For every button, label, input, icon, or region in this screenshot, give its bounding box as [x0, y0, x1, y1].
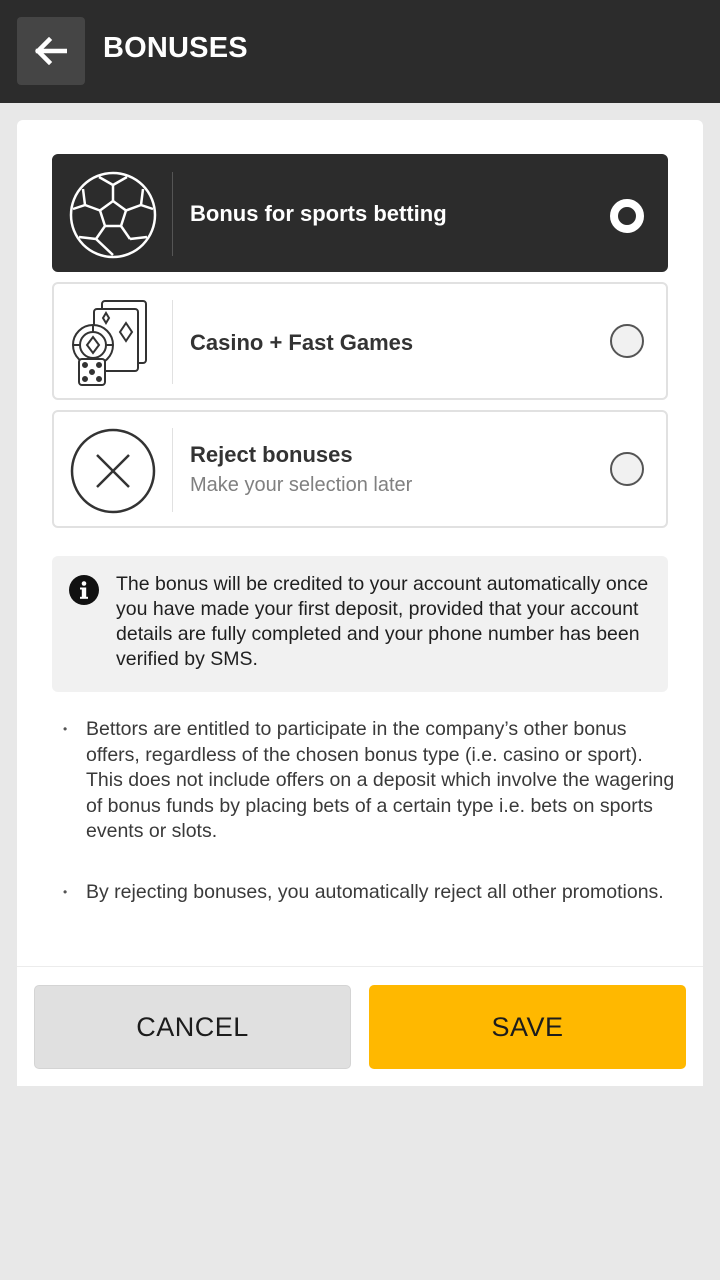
note-item: Bettors are entitled to participate in t… — [63, 717, 676, 845]
option-label: Bonus for sports betting — [190, 201, 447, 226]
save-button[interactable]: SAVE — [369, 985, 686, 1069]
info-text: The bonus will be credited to your accou… — [116, 573, 649, 670]
option-divider — [172, 428, 173, 512]
reject-x-icon — [68, 426, 158, 516]
soccer-ball-icon — [68, 170, 158, 260]
radio-selected[interactable] — [610, 199, 644, 233]
option-sublabel: Make your selection later — [190, 474, 413, 496]
option-casino-bonus[interactable]: Casino + Fast Games — [52, 282, 668, 400]
casino-cards-dice-icon — [68, 298, 158, 388]
option-label: Casino + Fast Games — [190, 330, 414, 355]
back-button[interactable] — [17, 17, 85, 85]
option-divider — [172, 300, 173, 384]
option-divider — [172, 172, 173, 256]
action-bar: CANCEL SAVE — [17, 966, 703, 1086]
cancel-button[interactable]: CANCEL — [34, 985, 351, 1069]
arrow-left-icon — [35, 37, 67, 65]
option-reject-bonuses[interactable]: Reject bonuses Make your selection later — [52, 410, 668, 528]
app-header: BONUSES — [0, 0, 720, 103]
radio-unselected[interactable] — [610, 452, 644, 486]
note-item: By rejecting bonuses, you automatically … — [63, 880, 676, 906]
radio-unselected[interactable] — [610, 324, 644, 358]
option-label: Reject bonuses — [190, 442, 353, 467]
info-icon — [69, 575, 99, 605]
page-title: BONUSES — [103, 32, 248, 64]
option-sports-bonus[interactable]: Bonus for sports betting — [52, 154, 668, 272]
bonus-panel: Bonus for sports betting Casino + Fast G… — [17, 120, 703, 966]
info-box: The bonus will be credited to your accou… — [52, 556, 668, 692]
